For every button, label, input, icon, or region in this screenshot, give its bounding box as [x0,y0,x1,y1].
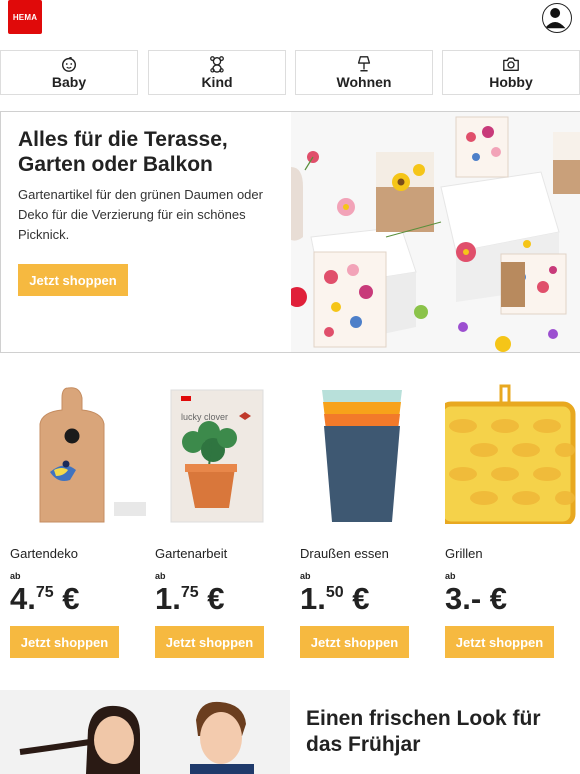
lamp-icon [357,56,371,72]
hero-text: Gartenartikel für den grünen Daumen oder… [18,187,263,242]
category-label: Baby [51,74,87,90]
price-prefix: ab [10,571,21,581]
product-shop-button[interactable]: Jetzt shoppen [10,626,119,658]
product-name: Grillen [445,546,483,561]
product-price: 4.75 € [10,581,80,616]
camera-icon [503,57,519,71]
category-label: Hobby [489,74,533,90]
hero-image[interactable] [291,112,580,352]
promo-image[interactable] [0,690,290,774]
product-price: 1.50 € [300,581,370,616]
product-image[interactable] [10,384,150,524]
product-card-draussen-essen[interactable]: Draußen essen ab 1.50 € Jetzt shoppen [300,384,440,658]
teddy-bear-icon [210,56,224,73]
baby-face-icon [61,56,77,72]
product-shop-button[interactable]: Jetzt shoppen [300,626,409,658]
product-shop-button[interactable]: Jetzt shoppen [445,626,554,658]
category-wohnen[interactable]: Wohnen [295,50,433,95]
price-prefix: ab [155,571,166,581]
packet-text: lucky clover [181,412,228,422]
price-prefix: ab [445,571,456,581]
price-prefix: ab [300,571,311,581]
product-name: Draußen essen [300,546,389,561]
category-nav: Baby Kind Wohnen Hobby [0,50,580,96]
header: HEMA [0,0,580,44]
product-card-gartendeko[interactable]: Gartendeko ab 4.75 € Jetzt shoppen [10,384,150,658]
category-label: Kind [201,74,233,90]
product-card-grillen[interactable]: Grillen ab 3.- € Jetzt shoppen [438,384,580,658]
promo-title: Einen frischen Look für das Frühjar [306,707,541,756]
category-label: Wohnen [336,74,392,90]
product-image[interactable] [300,384,440,524]
hero-title: Alles für die Terasse, Garten oder Balko… [18,128,228,176]
product-name: Gartenarbeit [155,546,228,561]
product-price: 1.75 € [155,581,225,616]
product-card-gartenarbeit[interactable]: lucky clover Gartenarbeit ab 1.75 € Jetz… [155,384,295,658]
product-image[interactable]: lucky clover [155,384,295,524]
product-price: 3.- € [445,581,508,616]
hema-logo[interactable]: HEMA [8,0,42,34]
category-kind[interactable]: Kind [148,50,286,95]
hero-shop-button[interactable]: Jetzt shoppen [18,264,128,296]
user-icon[interactable] [542,3,572,33]
hero-banner: Alles für die Terasse, Garten oder Balko… [0,111,580,353]
category-hobby[interactable]: Hobby [442,50,580,95]
product-name: Gartendeko [10,546,78,561]
product-shop-button[interactable]: Jetzt shoppen [155,626,264,658]
product-image[interactable] [438,384,580,527]
category-baby[interactable]: Baby [0,50,138,95]
